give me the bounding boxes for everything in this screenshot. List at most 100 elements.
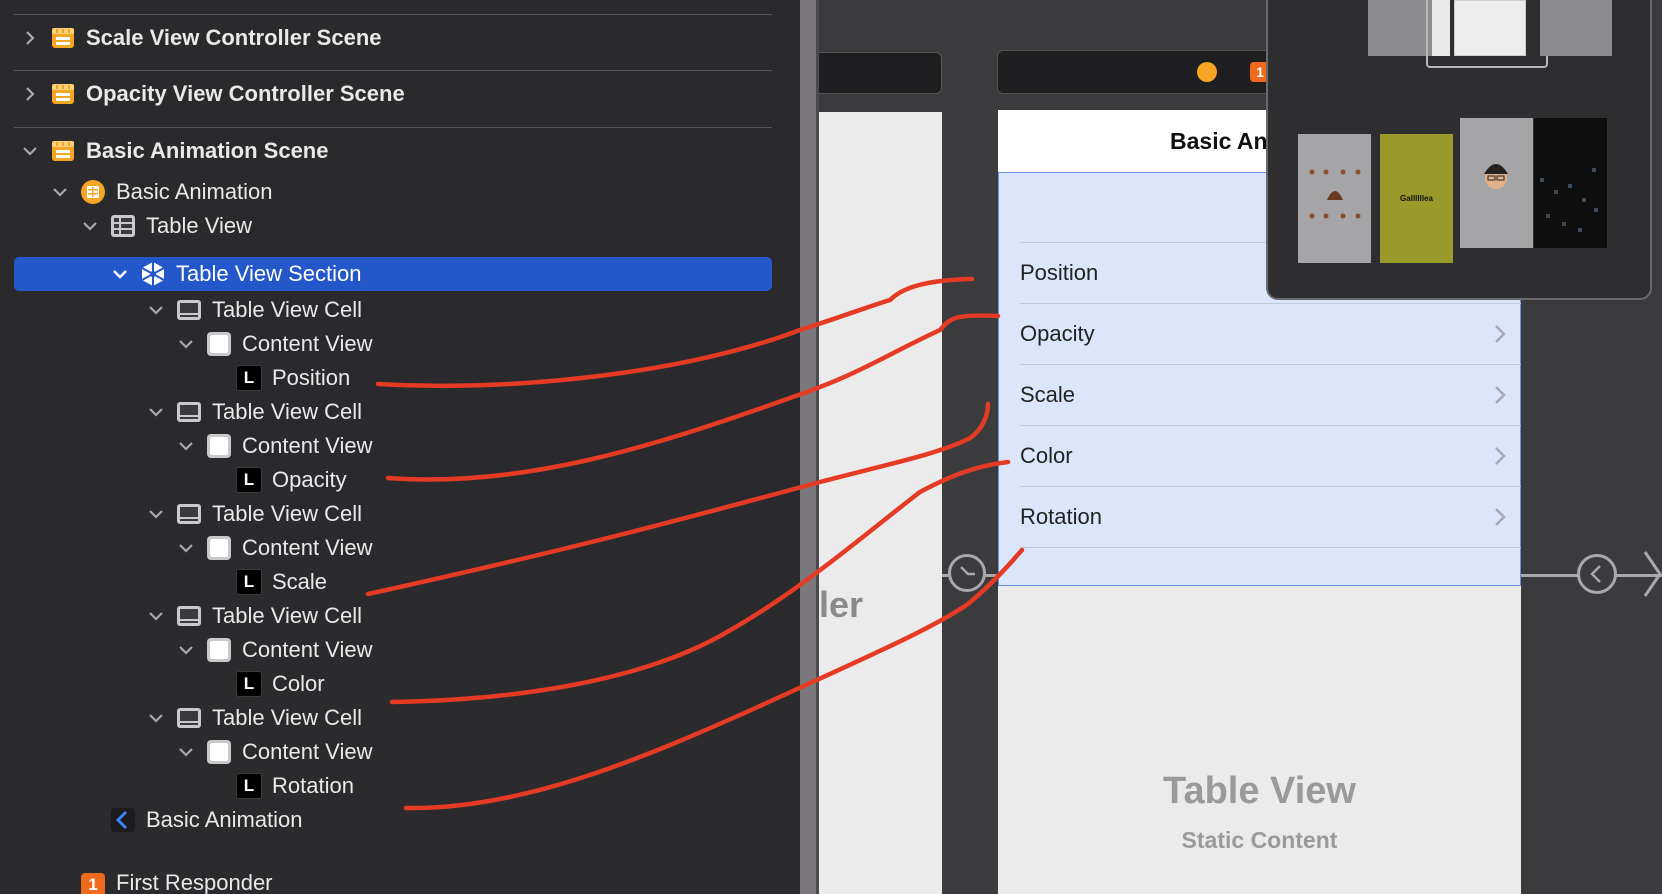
- disclosure-down-icon[interactable]: [80, 216, 100, 236]
- cell-label: Opacity: [1020, 321, 1095, 346]
- table-cell-rotation[interactable]: Rotation: [1020, 486, 1521, 547]
- outline-row-label: Scale: [272, 569, 328, 594]
- disclosure-down-icon[interactable]: [146, 402, 166, 422]
- outline-row-label: Basic Animation: [146, 807, 303, 832]
- disclosure-down-icon[interactable]: [146, 708, 166, 728]
- minimap-thumb[interactable]: [1454, 0, 1526, 56]
- table-cell-opacity[interactable]: Opacity: [1020, 303, 1521, 364]
- chevron-right-icon: [1495, 325, 1506, 343]
- first-responder-icon: 1: [80, 872, 106, 894]
- separator: [14, 70, 772, 71]
- document-outline: Scale View Controller Scene Opacity View…: [0, 0, 800, 894]
- outline-row-label: Table View Cell: [212, 297, 363, 322]
- disclosure-down-icon[interactable]: [176, 640, 196, 660]
- outline-row-label: Basic Animation: [116, 179, 273, 204]
- disclosure-down-icon[interactable]: [20, 141, 40, 161]
- disclosure-down-icon[interactable]: [176, 334, 196, 354]
- table-view-icon: [110, 213, 136, 239]
- outline-row-content-view[interactable]: Content View: [176, 531, 372, 565]
- disclosure-down-icon[interactable]: [146, 606, 166, 626]
- table-cell-icon: [176, 501, 202, 527]
- outline-row-label: Scale View Controller Scene: [86, 25, 382, 50]
- outline-row-label: Table View: [146, 213, 252, 238]
- outline-row-label-rotation[interactable]: L Rotation: [236, 769, 354, 803]
- minimap-thumb[interactable]: [1432, 0, 1450, 56]
- outline-row-navigation-item[interactable]: Basic Animation: [110, 803, 303, 837]
- outline-row-basic-animation-scene[interactable]: Basic Animation Scene: [20, 134, 328, 168]
- minimap-thumb-dark[interactable]: [1534, 118, 1607, 248]
- outline-row-label: Content View: [242, 637, 373, 662]
- content-view-icon: [206, 433, 232, 459]
- cell-label: Position: [1020, 260, 1099, 285]
- outline-row-content-view[interactable]: Content View: [176, 327, 372, 361]
- minimap-thumb-text[interactable]: Gallllllea: [1380, 134, 1453, 263]
- outline-row-label-color[interactable]: L Color: [236, 667, 325, 701]
- disclosure-down-icon[interactable]: [146, 504, 166, 524]
- cell-divider: [1020, 547, 1521, 548]
- disclosure-down-icon[interactable]: [176, 742, 196, 762]
- table-cell-scale[interactable]: Scale: [1020, 364, 1521, 425]
- outline-row-table-view[interactable]: Table View: [80, 209, 252, 243]
- outline-row-label: Table View Cell: [212, 501, 363, 526]
- outline-row-label-opacity[interactable]: L Opacity: [236, 463, 347, 497]
- disclosure-down-icon[interactable]: [176, 538, 196, 558]
- table-cell-icon: [176, 705, 202, 731]
- back-segue-icon[interactable]: [1577, 554, 1617, 594]
- outline-row-content-view[interactable]: Content View: [176, 735, 372, 769]
- table-cell-icon: [176, 399, 202, 425]
- navigation-title: Basic Ani: [1170, 128, 1274, 154]
- previous-scene-dock[interactable]: [819, 52, 942, 94]
- content-view-icon: [206, 637, 232, 663]
- view-controller-dock-icon[interactable]: [1197, 62, 1217, 82]
- segue-icon[interactable]: [948, 554, 986, 592]
- disclosure-down-icon[interactable]: [176, 436, 196, 456]
- table-cell-icon: [176, 297, 202, 323]
- outline-row-table-view-cell[interactable]: Table View Cell: [146, 599, 362, 633]
- minimap-thumb-emoji[interactable]: [1298, 134, 1371, 263]
- previous-scene-view[interactable]: [819, 112, 942, 894]
- outline-row-label: Position: [272, 365, 351, 390]
- outline-row-label: Content View: [242, 433, 373, 458]
- disclosure-down-icon[interactable]: [110, 264, 130, 284]
- disclosure-right-icon[interactable]: [20, 84, 40, 104]
- table-cell-color[interactable]: Color: [1020, 425, 1521, 486]
- cell-label: Rotation: [1020, 504, 1102, 529]
- chevron-right-icon: [1495, 447, 1506, 465]
- table-cell-icon: [176, 603, 202, 629]
- outline-row-label: Basic Animation Scene: [86, 138, 329, 163]
- outline-row-table-view-cell[interactable]: Table View Cell: [146, 293, 362, 327]
- outline-row-table-view-cell[interactable]: Table View Cell: [146, 701, 362, 735]
- cell-label: Color: [1020, 443, 1073, 468]
- minimap-thumb[interactable]: [1540, 0, 1612, 56]
- scene-icon: [50, 25, 76, 51]
- outline-row-first-responder[interactable]: 1 First Responder: [80, 868, 273, 894]
- scene-icon: [50, 138, 76, 164]
- outline-row-scale-scene[interactable]: Scale View Controller Scene: [20, 21, 382, 55]
- outline-row-label: Table View Cell: [212, 603, 363, 628]
- outline-row-content-view[interactable]: Content View: [176, 429, 372, 463]
- table-view-placeholder-subtitle: Static Content: [1181, 827, 1338, 853]
- disclosure-down-icon[interactable]: [146, 300, 166, 320]
- outline-row-label: Table View Cell: [212, 705, 363, 730]
- disclosure-down-icon[interactable]: [50, 182, 70, 202]
- minimap-thumb-avatar[interactable]: [1460, 118, 1533, 248]
- outline-row-table-view-cell[interactable]: Table View Cell: [146, 395, 362, 429]
- label-badge: L: [236, 365, 262, 391]
- segue-symbol-icon: [960, 566, 975, 576]
- outline-row-label: Table View Section: [176, 261, 362, 286]
- label-badge: L: [236, 671, 262, 697]
- disclosure-right-icon[interactable]: [20, 28, 40, 48]
- outline-row-basic-animation-vc[interactable]: Basic Animation: [50, 175, 273, 209]
- outline-row-table-view-cell[interactable]: Table View Cell: [146, 497, 362, 531]
- outline-row-label-scale[interactable]: L Scale: [236, 565, 327, 599]
- outline-row-label-position[interactable]: L Position: [236, 361, 350, 395]
- outline-row-table-view-section[interactable]: Table View Section: [14, 257, 772, 291]
- outline-row-label: Content View: [242, 535, 373, 560]
- label-icon: L: [236, 467, 262, 493]
- cell-label: Scale: [1020, 382, 1076, 407]
- minimap[interactable]: Gallllllea: [1266, 0, 1652, 300]
- outline-row-opacity-scene[interactable]: Opacity View Controller Scene: [20, 77, 405, 111]
- outline-row-label: First Responder: [116, 870, 273, 894]
- outline-row-content-view[interactable]: Content View: [176, 633, 372, 667]
- label-icon: L: [236, 671, 262, 697]
